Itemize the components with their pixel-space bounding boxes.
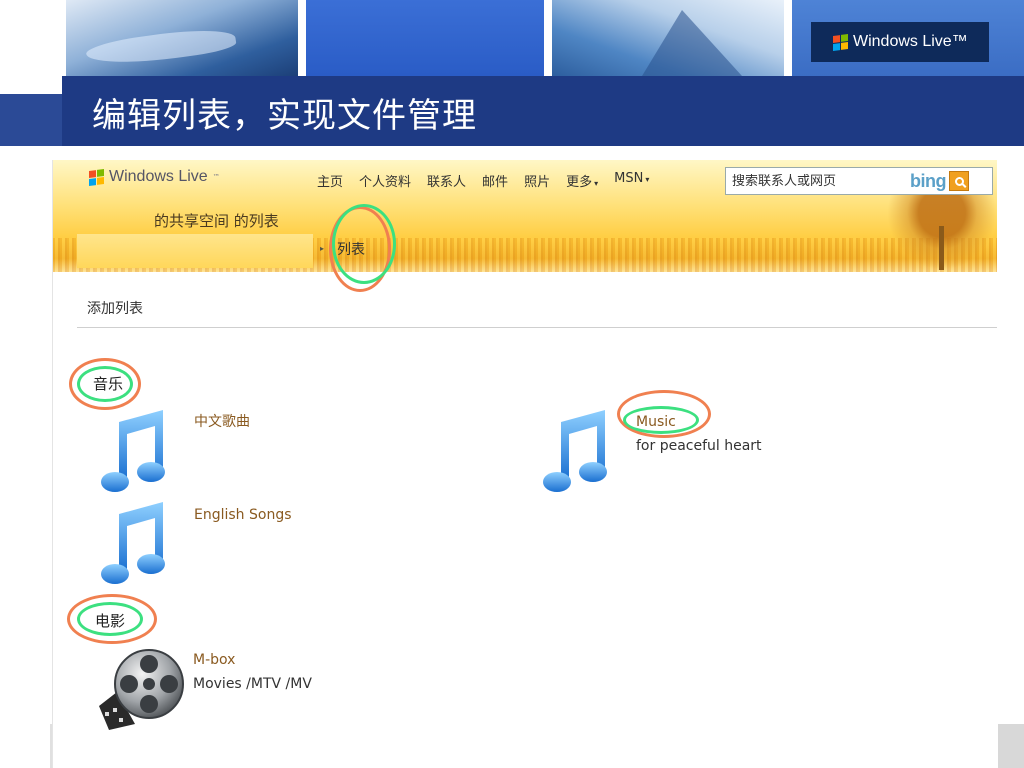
windows-live-badge-text: Windows Live™ <box>853 33 968 50</box>
list-item-description: Movies /MTV /MV <box>193 676 312 692</box>
list-item-title[interactable]: Music <box>636 414 676 430</box>
caret-down-icon: ▾ <box>645 175 650 184</box>
space-title: 的共享空间 的列表 <box>154 212 279 230</box>
add-list-link[interactable]: 添加列表 <box>87 298 143 318</box>
title-bar: 编辑列表，实现文件管理 <box>0 76 1024 146</box>
search-icon <box>954 176 964 186</box>
scrollbar[interactable] <box>998 724 1024 768</box>
bing-logo: bing <box>910 170 947 191</box>
list-item-title[interactable]: M-box <box>193 652 235 668</box>
windows-flag-icon <box>89 168 104 186</box>
top-nav: 主页 个人资料 联系人 邮件 照片 更多 ▾ MSN ▾ <box>317 171 665 190</box>
divider <box>77 327 997 328</box>
list-item-title[interactable]: English Songs <box>194 507 292 523</box>
nav-msn[interactable]: MSN ▾ <box>614 171 649 190</box>
breadcrumb-current[interactable]: 列表 <box>337 239 365 259</box>
page-title: 编辑列表，实现文件管理 <box>92 96 477 136</box>
nav-contacts[interactable]: 联系人 <box>427 171 466 190</box>
breadcrumb-arrow-icon: ▸ <box>320 244 325 253</box>
banner-photo-blue <box>306 0 544 76</box>
windows-live-screenshot: Windows Live ™ 主页 个人资料 联系人 邮件 照片 更多 ▾ MSN… <box>52 160 997 768</box>
windows-live-logo[interactable]: Windows Live ™ <box>89 168 220 186</box>
caret-down-icon: ▾ <box>594 179 599 188</box>
music-note-icon[interactable] <box>539 408 611 496</box>
music-note-icon[interactable] <box>97 408 169 496</box>
nav-mail[interactable]: 邮件 <box>482 171 508 190</box>
section-heading-movies: 电影 <box>95 612 126 630</box>
search-box: bing <box>725 167 993 195</box>
nav-home[interactable]: 主页 <box>317 171 343 190</box>
breadcrumb-owner-box <box>77 234 313 268</box>
nav-profile[interactable]: 个人资料 <box>359 171 411 190</box>
search-input[interactable] <box>726 173 906 189</box>
list-item-description: for peaceful heart <box>636 438 762 454</box>
header-banner: Windows Live™ <box>0 0 1024 76</box>
nav-more[interactable]: 更多 ▾ <box>566 171 598 190</box>
windows-live-logo-text: Windows Live <box>109 168 208 185</box>
frame-edge <box>50 724 52 768</box>
banner-photo-hands <box>66 0 298 76</box>
list-item-title[interactable]: 中文歌曲 <box>194 411 250 431</box>
windows-live-badge: Windows Live™ <box>811 22 989 62</box>
music-note-icon[interactable] <box>97 500 169 588</box>
title-bar-accent <box>0 76 62 146</box>
windows-live-header: Windows Live ™ 主页 个人资料 联系人 邮件 照片 更多 ▾ MSN… <box>53 160 997 272</box>
windows-flag-icon <box>833 33 848 51</box>
search-button[interactable] <box>949 171 969 191</box>
banner-photo-building <box>552 0 784 76</box>
film-reel-icon[interactable] <box>95 646 185 730</box>
section-heading-music: 音乐 <box>93 375 124 393</box>
trademark-mark: ™ <box>212 173 220 181</box>
nav-photos[interactable]: 照片 <box>524 171 550 190</box>
